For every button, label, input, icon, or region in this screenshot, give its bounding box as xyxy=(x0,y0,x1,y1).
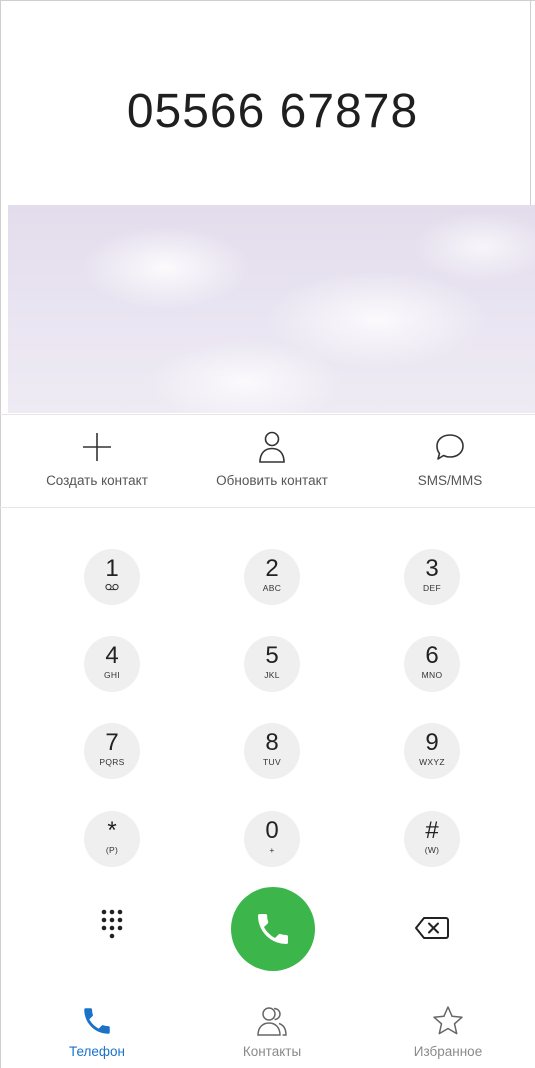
sms-mms-button[interactable]: SMS/MMS xyxy=(360,429,535,488)
nav-tab-favorites-label: Избранное xyxy=(413,1044,483,1059)
create-contact-button[interactable]: Создать контакт xyxy=(7,429,187,488)
key-digit: 9 xyxy=(425,729,439,756)
key-letters: GHI xyxy=(103,670,120,680)
update-contact-label: Обновить контакт xyxy=(216,473,328,488)
key-digit: 1 xyxy=(105,555,119,582)
key-2[interactable]: 2 ABC xyxy=(244,549,300,605)
frame-edge-top xyxy=(0,0,535,1)
key-digit: 4 xyxy=(105,642,119,669)
key-6[interactable]: 6 MNO xyxy=(404,636,460,692)
nav-tab-favorites[interactable]: Избранное xyxy=(378,1004,518,1059)
key-letters: DEF xyxy=(423,583,441,593)
key-letters: TUV xyxy=(263,757,281,767)
key-letters: ABC xyxy=(262,583,282,593)
key-letters: (W) xyxy=(424,845,440,855)
key-digit: 2 xyxy=(265,555,279,582)
key-digit: # xyxy=(425,817,439,844)
nav-tab-contacts[interactable]: Контакты xyxy=(202,1004,342,1059)
update-contact-button[interactable]: Обновить контакт xyxy=(182,429,362,488)
key-letters: WXYZ xyxy=(419,757,445,767)
key-letters: MNO xyxy=(421,670,443,680)
phone-icon xyxy=(258,914,288,944)
voicemail-icon xyxy=(105,583,119,591)
key-digit: 6 xyxy=(425,642,439,669)
key-3[interactable]: 3 DEF xyxy=(404,549,460,605)
sms-mms-label: SMS/MMS xyxy=(417,473,483,488)
star-icon xyxy=(433,1006,463,1035)
nav-tab-contacts-label: Контакты xyxy=(242,1044,302,1059)
nav-tab-phone-label: Телефон xyxy=(68,1044,125,1059)
contacts-icon xyxy=(257,1007,287,1036)
create-contact-label: Создать контакт xyxy=(46,473,148,488)
key-star[interactable]: * (P) xyxy=(84,811,140,867)
key-digit: 3 xyxy=(425,555,439,582)
dialpad-grid-icon[interactable] xyxy=(100,908,124,948)
key-digit: 7 xyxy=(105,729,119,756)
person-icon xyxy=(259,431,285,463)
key-letters: (P) xyxy=(105,845,119,855)
call-button[interactable] xyxy=(231,887,315,971)
background-sky-image xyxy=(8,205,535,413)
key-letters: + xyxy=(269,845,275,855)
frame-edge-left xyxy=(0,0,1,1068)
key-4[interactable]: 4 GHI xyxy=(84,636,140,692)
key-7[interactable]: 7 PQRS xyxy=(84,723,140,779)
key-0[interactable]: 0 + xyxy=(244,811,300,867)
key-digit: 0 xyxy=(265,817,279,844)
key-1[interactable]: 1 xyxy=(84,549,140,605)
key-digit: 8 xyxy=(265,729,279,756)
key-letters: PQRS xyxy=(99,757,125,767)
key-8[interactable]: 8 TUV xyxy=(244,723,300,779)
dialer-screen: 05566 67878 Создать контакт Обновить кон… xyxy=(0,0,535,1068)
key-letters: JKL xyxy=(264,670,280,680)
key-hash[interactable]: # (W) xyxy=(404,811,460,867)
key-5[interactable]: 5 JKL xyxy=(244,636,300,692)
number-actions-bar: Создать контакт Обновить контакт SMS/MMS xyxy=(0,414,535,508)
plus-icon xyxy=(83,433,111,461)
backspace-icon[interactable] xyxy=(414,915,450,941)
key-digit: * xyxy=(107,817,117,844)
nav-tab-phone[interactable]: Телефон xyxy=(27,1004,167,1059)
dialed-number[interactable]: 05566 67878 xyxy=(0,84,535,139)
key-digit: 5 xyxy=(265,642,279,669)
chat-bubble-icon xyxy=(436,434,464,460)
key-9[interactable]: 9 WXYZ xyxy=(404,723,460,779)
bottom-navigation: Телефон Контакты Избранное xyxy=(0,998,535,1068)
phone-icon xyxy=(84,1008,110,1034)
